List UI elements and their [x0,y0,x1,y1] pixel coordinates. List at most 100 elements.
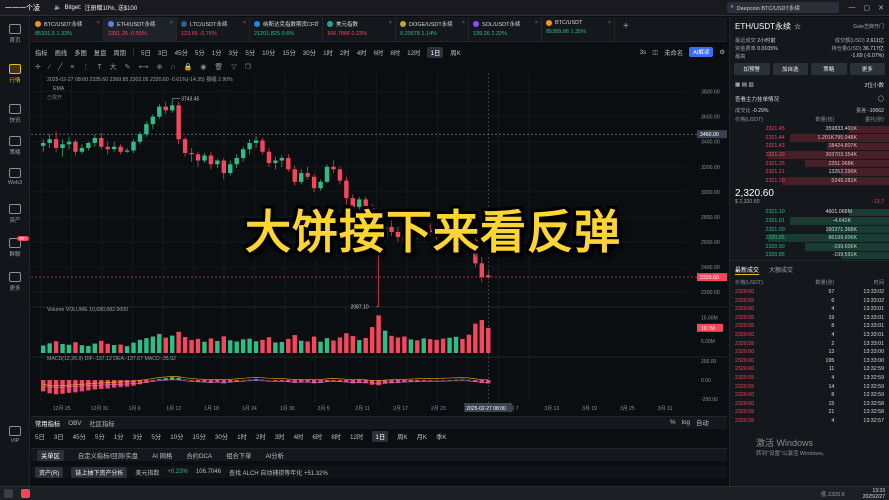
indicator-tab[interactable]: 常用指标 [35,419,60,428]
orderbook-row[interactable]: 2321.10 460 1.068M [730,208,889,217]
close-tab-icon[interactable]: × [316,20,319,26]
orderbook-row[interactable]: 2320.95 86 199.606K [730,234,889,243]
timeframe-button[interactable]: 5日 [35,432,45,441]
timeframe-button[interactable]: 15分 [193,432,206,441]
timeframe-button[interactable]: 45分 [175,48,188,57]
indicator-tab[interactable]: 社区指标 [90,419,115,428]
app-taskbar-icon[interactable] [21,489,30,498]
timeframe-button[interactable]: 10分 [170,432,183,441]
bottom-tab[interactable]: AI分析 [265,451,284,460]
timeframe-button[interactable]: 6时 [312,432,322,441]
orderbook-row[interactable]: 2321.21 13 262.296K [730,168,889,177]
ticker-tab[interactable]: DOGE/USDT永续 0.20578 1.14% × [396,17,469,41]
timeframe-button[interactable]: 4时 [357,48,367,57]
orderbook-row[interactable]: 2321.43 18 424.807K [730,142,889,151]
asset-tab[interactable]: 资产(R) [35,466,64,478]
ticker-tab[interactable]: BTC/USDT 85389.86 1.35% × [542,17,615,41]
lock-icon[interactable]: 🔒 [183,63,192,71]
timeframe-button[interactable]: 2时 [340,48,350,57]
timeframe-button[interactable]: 6时 [374,48,384,57]
timeframe-button[interactable]: 1分 [212,48,222,57]
bottom-tab[interactable]: 自定义指标/回测/实盘 [78,451,138,460]
bottom-tab[interactable]: 合约DCA [186,451,212,460]
toolbar-item[interactable]: 多图 [74,48,87,57]
channel-tool-icon[interactable]: ≡ [70,64,74,71]
brush-tool-icon[interactable]: ✎ [125,63,131,71]
orderbook-row[interactable]: 2321.45 359 833.401K [730,125,889,134]
timeframe-button[interactable]: 30分 [215,432,228,441]
panel-action-button[interactable]: 更多 [849,63,885,75]
nav-item-1[interactable]: 行情 [0,64,30,84]
asset-analysis-tab[interactable]: 链上抽下资产分析 [71,466,128,478]
fib-tool-icon[interactable]: ⋮ [82,63,89,71]
close-tab-icon[interactable]: × [243,20,246,26]
ai-interpret-button[interactable]: AI解读 [689,47,714,57]
timeframe-button[interactable]: 1日 [427,46,444,58]
depth-icons[interactable]: ▦ ▤ ▥ [735,82,754,88]
toggle-icon[interactable]: ◯ [878,96,884,102]
timeframe-button[interactable]: 5日 [141,48,151,57]
timeframe-button[interactable]: 8时 [390,48,400,57]
bottom-tab[interactable]: 关单区 [37,449,64,461]
bottom-tab[interactable]: AI 网格 [152,451,172,460]
layers-icon[interactable]: ❐ [245,63,251,71]
toolbar-item[interactable]: 周期 [113,48,126,57]
notice-banner[interactable]: 🔈 Bitget: 注册赠10%, 送$100 [54,3,137,13]
timeframe-button[interactable]: 5分 [95,432,105,441]
orderbook-row[interactable]: 2320.90-199.606K [730,243,889,252]
scale-option[interactable]: log [682,419,690,426]
camera-icon[interactable]: ◫ [652,49,658,56]
nav-item-2[interactable]: 快讯 [0,104,30,124]
close-tab-icon[interactable]: × [608,20,611,26]
timeframe-button[interactable]: 周K [397,432,408,441]
depth-select[interactable]: 2位小数 [864,81,884,89]
tab-large-trades[interactable]: 大额成交 [769,265,793,275]
timeframe-button[interactable]: 2时 [256,432,266,441]
timeframe-button[interactable]: 1分 [114,432,124,441]
filter-icon[interactable]: ▽ [231,63,236,71]
layout-name[interactable]: 未命名 [664,48,683,57]
timeframe-button[interactable]: 12时 [407,48,420,57]
timeframe-button[interactable]: 10分 [262,48,275,57]
refresh-interval[interactable]: 3s [640,49,647,56]
toolbar-item[interactable]: 画线 [55,48,68,57]
tab-latest-trades[interactable]: 最新成交 [735,265,760,275]
timeframe-button[interactable]: 3时 [275,432,285,441]
close-tab-icon[interactable]: × [170,20,173,26]
orderbook-row[interactable]: 2321.00 160 371.368K [730,225,889,234]
big-tool-icon[interactable]: 大 [110,62,117,72]
nav-item-7[interactable]: 更多 [0,272,30,292]
timeframe-button[interactable]: 5分 [151,432,161,441]
nav-item-5[interactable]: 资产 [0,204,30,224]
timeframe-button[interactable]: 15分 [282,48,295,57]
indicator-tab[interactable]: OBV [68,420,81,427]
nav-item-3[interactable]: 策略 [0,136,30,156]
timeframe-button[interactable]: 5分 [195,48,205,57]
timeframe-button[interactable]: 12时 [350,432,363,441]
close-tab-icon[interactable]: × [389,20,392,26]
toolbar-item[interactable]: 复盘 [94,48,107,57]
timeframe-button[interactable]: 8时 [331,432,341,441]
timeframe-button[interactable]: 3日 [54,432,64,441]
measure-icon[interactable]: ⊕ [157,63,163,71]
text-tool-icon[interactable]: T [97,64,101,71]
timeframe-button[interactable]: 1日 [372,431,389,442]
orderbook-row[interactable]: 2321.01-4.642K [730,217,889,226]
timeframe-button[interactable]: 5分 [245,48,255,57]
timeframe-button[interactable]: 4时 [294,432,304,441]
timeframe-button[interactable]: 3分 [229,48,239,57]
toolbar-item[interactable]: 指标 [35,48,48,57]
bottom-tab[interactable]: 组合下单 [226,451,251,460]
global-search[interactable]: ⌕ Deepcoin BTC/USDT永续 [726,2,839,13]
windows-start-icon[interactable] [4,489,13,498]
magnet-icon[interactable]: ∩ [170,64,175,71]
nav-item-4[interactable]: Web3 [0,168,30,186]
nav-item-6[interactable]: 群聊 99+ [0,236,30,258]
timeframe-button[interactable]: 1时 [323,48,333,57]
maximize-icon[interactable]: ▢ [864,4,871,12]
ema-label[interactable]: EMA [53,86,65,92]
orderbook-row[interactable]: 2321.30 303 703.354K [730,151,889,160]
panel-action-button[interactable]: 加自选 [772,63,808,75]
timeframe-button[interactable]: 3日 [158,48,168,57]
panel-action-button[interactable]: 策略 [811,63,847,75]
